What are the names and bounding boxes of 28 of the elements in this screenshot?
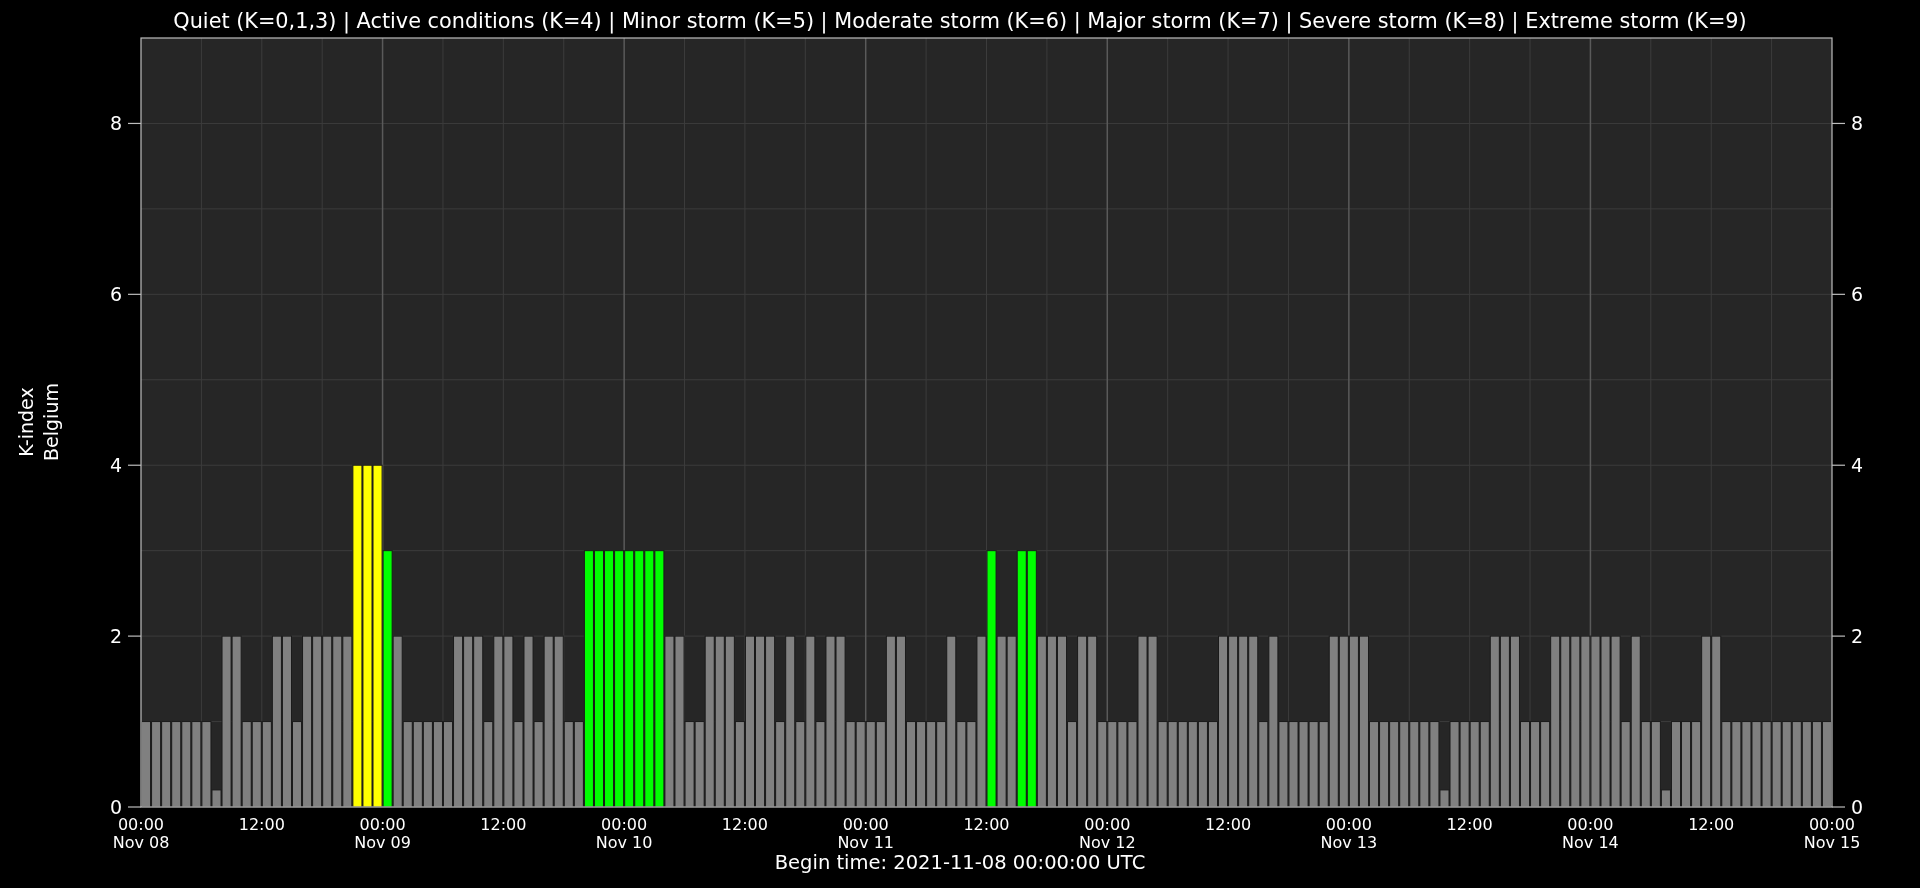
tick-label: 00:00 Nov 09 [354,815,411,852]
tick-label: 12:00 [963,815,1010,834]
y-axis-label: K-index Belgium [15,383,62,461]
tick-label: 00:00 Nov 11 [837,815,895,852]
tick-label: 12:00 [721,815,768,834]
tick-label: 6 [109,283,122,306]
tick-label: 12:00 [1205,815,1252,834]
tick-label: 00:00 Nov 14 [1562,815,1619,852]
tick-label: 12:00 [1688,815,1735,834]
tick-label: 12:00 [238,815,285,834]
tick-label: 12:00 [1446,815,1493,834]
tick-label: 8 [109,112,122,135]
tick-label: 8 [1851,112,1864,135]
tick-label: 00:00 Nov 15 [1803,815,1861,852]
tick-label: 00:00 Nov 08 [112,815,170,852]
tick-label: 00:00 Nov 10 [595,815,653,852]
tick-label: 2 [1851,625,1864,648]
tick-label: 2 [109,625,122,648]
tick-label: 4 [1851,454,1864,477]
tick-label: 00:00 Nov 12 [1078,815,1136,852]
tick-label: 12:00 [480,815,527,834]
tick-label: 4 [109,454,122,477]
tick-label: 0 [109,796,122,818]
tick-label: 6 [1851,283,1864,306]
tick-label: 00:00 Nov 13 [1320,815,1378,852]
x-axis-label: Begin time: 2021-11-08 00:00:00 UTC [774,851,1146,874]
chart-title: Quiet (K=0,1,3) | Active conditions (K=4) | Minor storm (K=5) | Moderate storm (K=6) | Major storm (K=7) | Severe storm (K=8) | Extreme storm (K=9) [173,9,1747,33]
tick-label: 0 [1851,796,1864,818]
